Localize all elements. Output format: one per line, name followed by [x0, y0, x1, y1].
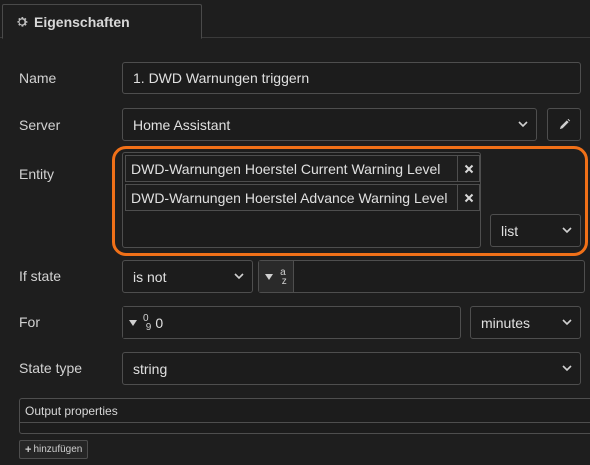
- entity-item: DWD-Warnungen Hoerstel Current Warning L…: [125, 155, 480, 182]
- server-select[interactable]: Home Assistant: [122, 108, 537, 141]
- state-type-select[interactable]: string: [122, 352, 581, 385]
- name-label: Name: [19, 70, 57, 86]
- tab-eigenschaften[interactable]: Eigenschaften: [2, 4, 202, 39]
- output-properties-list: Output properties: [19, 398, 590, 434]
- string-type-icon: a z: [279, 266, 287, 287]
- chevron-down-icon: [562, 364, 572, 371]
- gear-icon: [17, 16, 28, 27]
- entity-list[interactable]: DWD-Warnungen Hoerstel Current Warning L…: [122, 152, 481, 248]
- entity-search-input[interactable]: [125, 215, 480, 246]
- entity-mode-select[interactable]: list: [490, 214, 581, 247]
- if-state-operator-value: is not: [133, 268, 167, 285]
- type-select-button[interactable]: 0 9: [123, 307, 154, 338]
- if-state-operator-select[interactable]: is not: [122, 260, 253, 293]
- for-value: 0: [155, 314, 164, 331]
- plus-icon: +: [25, 443, 32, 456]
- number-type-icon: 0 9: [143, 312, 152, 333]
- for-unit-select[interactable]: minutes: [470, 306, 581, 339]
- if-state-typed-input[interactable]: a z: [258, 260, 585, 293]
- chevron-down-icon: [562, 318, 572, 325]
- caret-down-icon: [129, 319, 137, 326]
- state-type-value: string: [133, 360, 168, 377]
- entity-label: Entity: [19, 166, 55, 182]
- pencil-icon: [559, 118, 570, 130]
- add-property-button[interactable]: + hinzufügen: [19, 440, 89, 459]
- entity-item: DWD-Warnungen Hoerstel Advance Warning L…: [125, 184, 480, 211]
- state-type-label: State type: [19, 360, 83, 376]
- name-value: 1. DWD Warnungen triggern: [133, 70, 310, 86]
- output-properties-header: Output properties: [20, 399, 590, 423]
- server-label: Server: [19, 117, 61, 133]
- entity-item-text: DWD-Warnungen Hoerstel Current Warning L…: [131, 160, 441, 177]
- add-button-label: hinzufügen: [33, 444, 83, 455]
- caret-down-icon: [265, 273, 273, 280]
- close-icon: [464, 193, 473, 202]
- close-icon: [464, 164, 473, 173]
- if-state-label: If state: [19, 268, 62, 284]
- remove-entity-button[interactable]: [457, 185, 479, 210]
- tab-bar: Eigenschaften: [0, 0, 590, 39]
- chevron-down-icon: [518, 120, 528, 127]
- server-value: Home Assistant: [133, 116, 231, 133]
- type-select-button[interactable]: a z: [259, 261, 294, 292]
- for-typed-input[interactable]: 0 9 0: [122, 306, 461, 339]
- entity-mode-value: list: [501, 222, 519, 239]
- if-state-value: [294, 261, 584, 292]
- edit-server-button[interactable]: [547, 108, 581, 141]
- for-unit-value: minutes: [481, 314, 531, 331]
- name-input[interactable]: 1. DWD Warnungen triggern: [122, 62, 581, 94]
- chevron-down-icon: [234, 272, 244, 279]
- entity-item-text: DWD-Warnungen Hoerstel Advance Warning L…: [131, 189, 448, 206]
- remove-entity-button[interactable]: [457, 156, 479, 181]
- chevron-down-icon: [562, 226, 572, 233]
- for-label: For: [19, 314, 40, 330]
- tab-title: Eigenschaften: [34, 13, 130, 30]
